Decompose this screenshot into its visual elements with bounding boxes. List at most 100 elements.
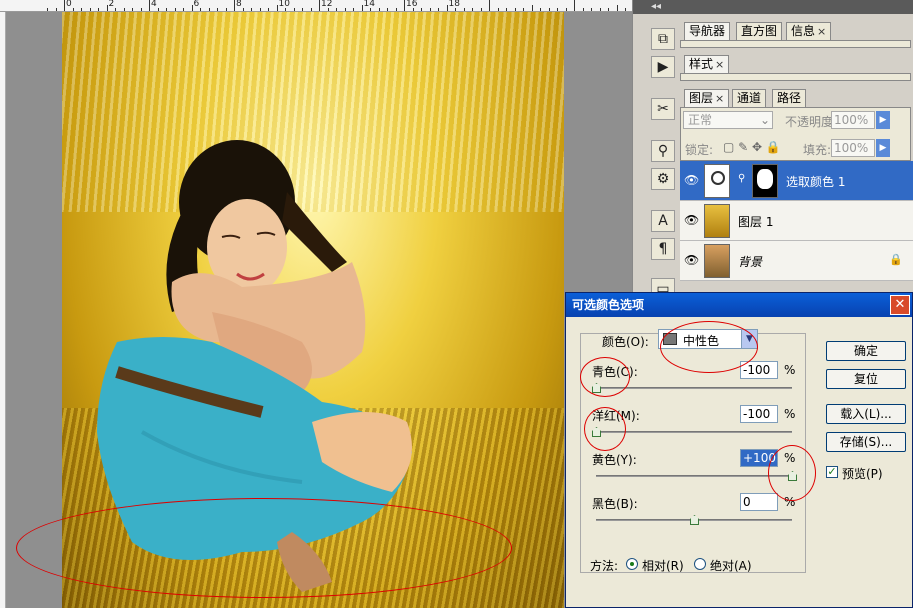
link-icon[interactable]: ⚲ (738, 173, 745, 184)
fill-arrow-icon[interactable]: ▶ (876, 139, 890, 157)
ruler-tick (429, 8, 431, 11)
paragraph-icon[interactable]: ¶ (651, 238, 675, 260)
layer-row-layer1[interactable]: 👁 图层 1 (680, 201, 913, 241)
ruler-tick (353, 8, 354, 11)
method-relative-radio[interactable] (626, 558, 638, 570)
tab-channels[interactable]: 通道 (732, 89, 767, 107)
reset-button[interactable]: 复位 (826, 369, 906, 389)
blend-mode-select[interactable]: 正常 ⌄ (683, 111, 773, 129)
ruler-tick (276, 5, 278, 11)
ruler-tick (497, 8, 499, 11)
close-icon[interactable]: × (715, 58, 724, 71)
tab-info[interactable]: 信息 × (786, 22, 832, 40)
ruler-tick (251, 8, 252, 11)
yellow-slider-track[interactable] (596, 475, 792, 477)
percent-label: % (784, 363, 796, 377)
ruler-tick (472, 8, 473, 11)
ok-button[interactable]: 确定 (826, 341, 906, 361)
tab-histogram[interactable]: 直方图 (736, 22, 783, 40)
tab-layers[interactable]: 图层 × (684, 89, 730, 107)
annotation-ellipse-cyan (580, 357, 630, 397)
lock-icon: 🔒 (889, 253, 903, 266)
eye-icon[interactable]: 👁 (684, 253, 699, 267)
method-absolute-label: 绝对(A) (710, 559, 752, 573)
method-label: 方法: (590, 559, 619, 573)
tab-label: 通道 (737, 91, 762, 105)
ruler-tick (344, 8, 346, 11)
save-button[interactable]: 存储(S)... (826, 432, 906, 452)
layer-thumbnail (704, 244, 730, 278)
close-icon[interactable]: × (715, 92, 724, 105)
play-actions-icon[interactable]: ▶ (651, 56, 675, 78)
ruler-tick (395, 8, 397, 11)
ruler-tick (132, 8, 133, 11)
eye-icon[interactable]: 👁 (684, 213, 699, 227)
tab-label: 图层 (689, 91, 714, 105)
ruler-label: 18 (448, 0, 460, 9)
fill-input[interactable]: 100% (831, 139, 875, 157)
close-icon[interactable]: ✕ (890, 295, 910, 315)
ruler-tick (208, 8, 210, 11)
ruler-tick (319, 0, 320, 11)
ruler-tick (591, 8, 592, 11)
history-brush-icon[interactable]: ⧉ (651, 28, 675, 50)
load-label: 载入(L)... (840, 407, 892, 421)
eye-icon[interactable]: 👁 (684, 173, 699, 187)
ruler-tick (514, 8, 516, 11)
layer-row-selective-color[interactable]: 👁 ⚲ 选取颜色 1 (680, 161, 913, 201)
ruler-tick (557, 8, 558, 11)
preview-checkbox[interactable]: ✓ (826, 466, 838, 478)
ruler-tick (140, 8, 142, 11)
tab-styles[interactable]: 样式 × (684, 55, 730, 73)
ruler-tick (115, 8, 116, 11)
opacity-input[interactable]: 100% (831, 111, 875, 129)
ruler-tick (293, 8, 295, 11)
adjustment-icon (711, 171, 725, 185)
tab-label: 信息 (791, 24, 816, 38)
ok-label: 确定 (853, 344, 878, 358)
save-label: 存储(S)... (839, 435, 893, 449)
tab-navigator[interactable]: 导航器 (684, 22, 731, 40)
mask-shape (757, 169, 773, 189)
ruler-tick (225, 8, 227, 11)
ruler-label: 16 (406, 0, 418, 9)
lock-icons[interactable]: ▢ ✎ ✥ 🔒 (723, 140, 781, 154)
ruler-tick (616, 5, 618, 11)
fill-value: 100% (834, 141, 869, 155)
blend-mode-value: 正常 (688, 113, 713, 127)
character-icon[interactable]: A (651, 210, 675, 232)
mask-thumbnail[interactable] (752, 164, 778, 198)
fill-label: 填充: (803, 143, 832, 157)
ruler-tick (599, 8, 601, 11)
ruler-tick (242, 8, 244, 11)
ruler-tick (174, 8, 176, 11)
ruler-tick (310, 8, 312, 11)
layer-row-background[interactable]: 👁 背景 🔒 (680, 241, 913, 281)
tool-presets-icon[interactable]: ✂ (651, 98, 675, 120)
ruler-tick (361, 5, 363, 11)
ruler-tick (259, 8, 261, 11)
ruler-label: 0 (66, 0, 72, 9)
clone-source-icon[interactable]: ⚙ (651, 168, 675, 190)
magenta-input[interactable]: -100 (740, 405, 778, 423)
ruler-tick (421, 8, 422, 11)
styles-panel-body (680, 73, 911, 81)
ruler-tick (191, 5, 193, 11)
ruler-label: 6 (193, 0, 200, 9)
ruler-tick (489, 0, 490, 11)
brushes-icon[interactable]: ⚲ (651, 140, 675, 162)
tab-label: 路径 (777, 91, 802, 105)
ruler-tick (268, 8, 269, 11)
method-absolute-radio[interactable] (694, 558, 706, 570)
close-icon[interactable]: × (817, 25, 826, 38)
tab-paths[interactable]: 路径 (772, 89, 807, 107)
ruler-tick (404, 0, 405, 11)
black-input[interactable]: 0 (740, 493, 778, 511)
tab-label: 样式 (689, 57, 714, 71)
navigator-panel-body (680, 40, 911, 48)
load-button[interactable]: 载入(L)... (826, 404, 906, 424)
dialog-titlebar[interactable]: 可选颜色选项 (566, 293, 912, 317)
tab-label: 直方图 (741, 24, 778, 38)
opacity-arrow-icon[interactable]: ▶ (876, 111, 890, 129)
ruler-tick (98, 8, 99, 11)
